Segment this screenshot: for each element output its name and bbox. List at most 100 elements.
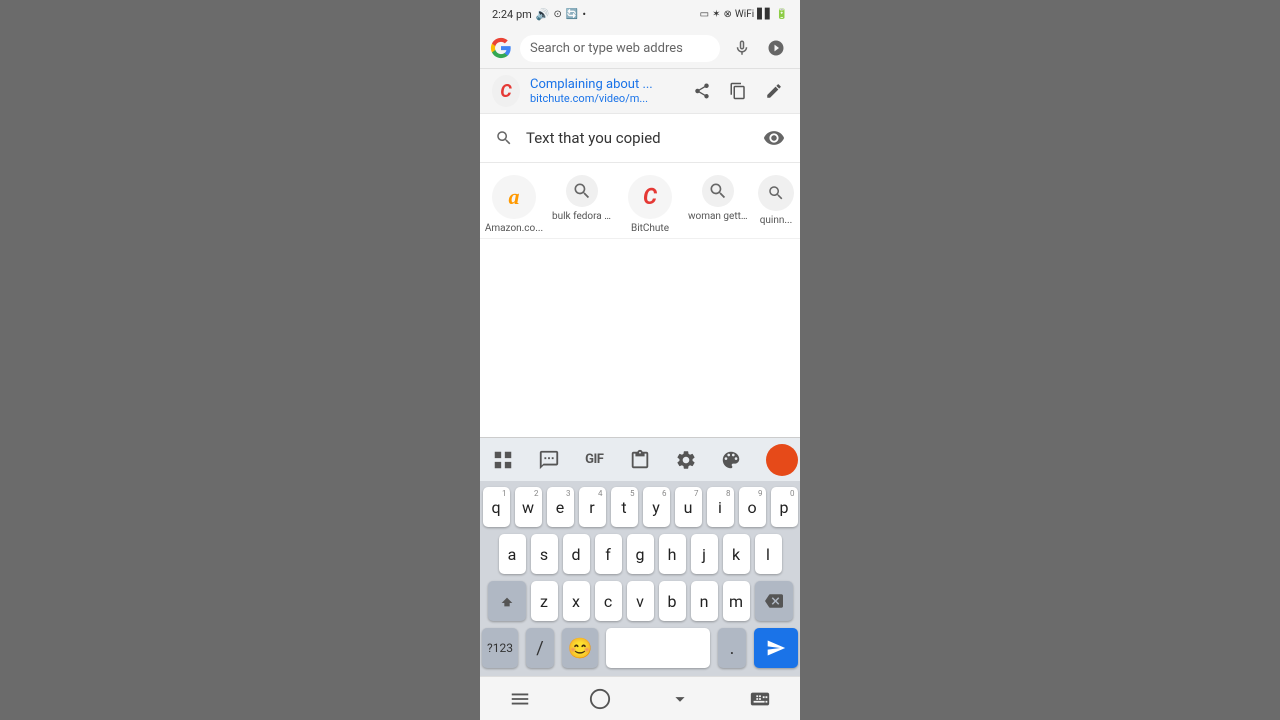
clipboard-button[interactable] <box>622 442 658 478</box>
recent-tab-icon: C <box>492 77 520 105</box>
key-k[interactable]: k <box>723 534 750 574</box>
bitchute-icon-wrap: C <box>628 175 672 219</box>
emoji-key[interactable]: 😊 <box>562 628 598 668</box>
recent-tab-actions <box>688 77 788 105</box>
status-right: ▭ ✶ ⊗ WiFi ▋▋ 🔋 <box>700 9 788 20</box>
keyboard-row-2: a s d f g h j k l <box>482 534 798 574</box>
lens-button[interactable] <box>762 34 790 62</box>
key-z[interactable]: z <box>531 581 558 621</box>
keyboard: 1q 2w 3e 4r 5t 6y 7u 8i 9o 0p a s d f g … <box>480 481 800 676</box>
battery-icon: 🔋 <box>776 9 788 20</box>
bt-icon: ✶ <box>712 9 720 20</box>
nav-bar <box>480 676 800 720</box>
key-r[interactable]: 4r <box>579 487 606 527</box>
shortcuts-row: a Amazon.co... bulk fedora ... C BitChut… <box>480 163 800 239</box>
home-nav-button[interactable] <box>580 679 620 719</box>
key-i[interactable]: 8i <box>707 487 734 527</box>
palette-button[interactable] <box>713 442 749 478</box>
dot-icon: • <box>582 8 586 21</box>
num123-key[interactable]: ?123 <box>482 628 518 668</box>
quinn-icon-wrap <box>758 175 794 211</box>
eye-button[interactable] <box>760 124 788 152</box>
key-h[interactable]: h <box>659 534 686 574</box>
amazon-icon: a <box>509 184 520 210</box>
recent-tab-title: Complaining about ... <box>530 77 678 92</box>
recent-tab-url: bitchute.com/video/m... <box>530 92 678 105</box>
bitchute-icon: C <box>492 75 520 107</box>
phone-screen: 2:24 pm 🔊 ⊙ 🔄 • ▭ ✶ ⊗ WiFi ▋▋ 🔋 Sear <box>480 0 800 720</box>
share-button[interactable] <box>688 77 716 105</box>
key-l[interactable]: l <box>755 534 782 574</box>
key-b[interactable]: b <box>659 581 686 621</box>
keyboard-bottom-row: ?123 / 😊 . <box>482 628 798 668</box>
fedora-icon-wrap <box>566 175 598 207</box>
key-m[interactable]: m <box>723 581 750 621</box>
keyboard-row-3: z x c v b n m <box>482 581 798 621</box>
shortcut-quinn[interactable]: quinn... <box>756 175 796 226</box>
shortcut-bitchute[interactable]: C BitChute <box>620 175 680 234</box>
copied-text-row[interactable]: Text that you copied <box>480 114 800 163</box>
orange-dot-indicator <box>766 444 798 476</box>
key-o[interactable]: 9o <box>739 487 766 527</box>
back-nav-button[interactable] <box>660 679 700 719</box>
address-bar: Search or type web addres <box>480 28 800 69</box>
recent-tab-row[interactable]: C Complaining about ... bitchute.com/vid… <box>480 69 800 114</box>
status-time: 2:24 pm <box>492 8 532 21</box>
bitchute-label: BitChute <box>631 223 669 234</box>
menu-nav-button[interactable] <box>500 679 540 719</box>
woman-icon-wrap <box>702 175 734 207</box>
wifi-icon: WiFi <box>735 9 754 20</box>
keyboard-nav-button[interactable] <box>740 679 780 719</box>
key-y[interactable]: 6y <box>643 487 670 527</box>
cast-icon: ▭ <box>700 9 709 20</box>
url-search-bar[interactable]: Search or type web addres <box>520 35 720 62</box>
key-g[interactable]: g <box>627 534 654 574</box>
key-u[interactable]: 7u <box>675 487 702 527</box>
edit-button[interactable] <box>760 77 788 105</box>
key-f[interactable]: f <box>595 534 622 574</box>
shortcut-amazon[interactable]: a Amazon.co... <box>484 175 544 234</box>
woman-label: woman gett... <box>688 211 748 222</box>
enter-key[interactable] <box>754 628 798 668</box>
key-t[interactable]: 5t <box>611 487 638 527</box>
period-key[interactable]: . <box>718 628 746 668</box>
sticker-button[interactable] <box>531 442 567 478</box>
key-x[interactable]: x <box>563 581 590 621</box>
key-a[interactable]: a <box>499 534 526 574</box>
shortcut-woman[interactable]: woman gett... <box>688 175 748 222</box>
copied-text: Text that you copied <box>526 129 750 147</box>
key-num-1: 1 <box>502 489 507 498</box>
slash-key[interactable]: / <box>526 628 554 668</box>
grid-button[interactable] <box>485 442 521 478</box>
keyboard-toolbar: GIF <box>480 437 800 481</box>
speaker-icon: 🔊 <box>536 8 550 21</box>
key-s[interactable]: s <box>531 534 558 574</box>
backspace-key[interactable] <box>755 581 793 621</box>
google-logo <box>490 37 512 59</box>
settings-button[interactable] <box>668 442 704 478</box>
mic-button[interactable] <box>728 34 756 62</box>
recent-tab-text: Complaining about ... bitchute.com/video… <box>530 77 678 105</box>
search-icon <box>492 126 516 150</box>
key-j[interactable]: j <box>691 534 718 574</box>
amazon-label: Amazon.co... <box>485 223 543 234</box>
key-c[interactable]: c <box>595 581 622 621</box>
content-area <box>480 239 800 437</box>
key-w[interactable]: 2w <box>515 487 542 527</box>
key-e[interactable]: 3e <box>547 487 574 527</box>
key-v[interactable]: v <box>627 581 654 621</box>
search-placeholder: Search or type web addres <box>530 41 683 56</box>
key-d[interactable]: d <box>563 534 590 574</box>
space-key[interactable] <box>606 628 710 668</box>
key-p[interactable]: 0p <box>771 487 798 527</box>
shortcut-fedora[interactable]: bulk fedora ... <box>552 175 612 222</box>
copy-button[interactable] <box>724 77 752 105</box>
status-bar: 2:24 pm 🔊 ⊙ 🔄 • ▭ ✶ ⊗ WiFi ▋▋ 🔋 <box>480 0 800 28</box>
shift-key[interactable] <box>488 581 526 621</box>
key-q[interactable]: 1q <box>483 487 510 527</box>
sos-icon: ⊗ <box>724 9 732 20</box>
gif-button[interactable]: GIF <box>576 442 612 478</box>
circle-icon: ⊙ <box>553 9 561 20</box>
amazon-icon-wrap: a <box>492 175 536 219</box>
key-n[interactable]: n <box>691 581 718 621</box>
